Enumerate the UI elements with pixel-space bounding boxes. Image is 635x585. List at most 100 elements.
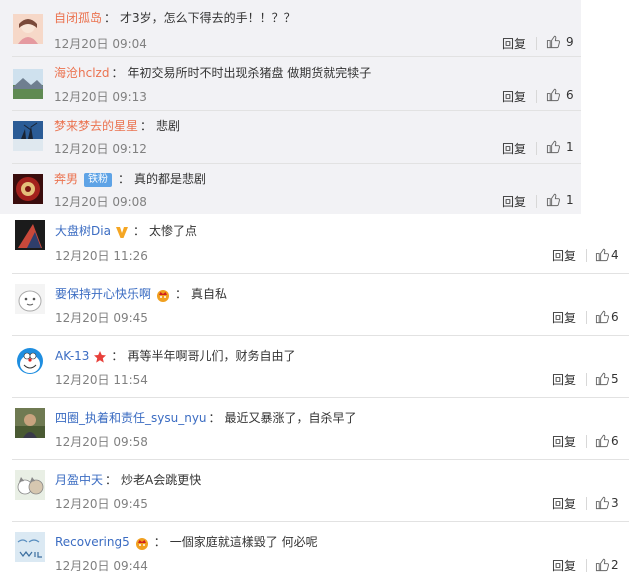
- comment-text: 最近又暴涨了，自杀早了: [224, 411, 357, 425]
- colon: ：: [175, 287, 188, 301]
- avatar[interactable]: [15, 284, 45, 314]
- divider: [586, 311, 587, 324]
- reply-button[interactable]: 回复: [552, 371, 576, 388]
- divider: [536, 195, 537, 208]
- divider: [586, 559, 587, 572]
- star-icon[interactable]: [93, 350, 107, 364]
- username-link[interactable]: 要保持开心快乐啊: [55, 287, 151, 301]
- colon: ：: [140, 119, 153, 133]
- thumbs-up-icon[interactable]: [546, 87, 561, 102]
- username-link[interactable]: AK-13: [55, 349, 89, 363]
- username-link[interactable]: Recovering5: [55, 535, 130, 549]
- divider: [586, 497, 587, 510]
- comment-text: 太惨了点: [148, 224, 197, 238]
- avatar[interactable]: [13, 14, 43, 44]
- fan-tag[interactable]: 铁粉: [84, 172, 113, 187]
- reply-button[interactable]: 回复: [502, 88, 526, 105]
- comment-time: 12月20日 11:54: [55, 373, 148, 387]
- username-link[interactable]: 奔男: [54, 172, 78, 186]
- reply-button[interactable]: 回复: [552, 557, 576, 574]
- username-link[interactable]: 月盈中天: [55, 473, 103, 487]
- comment-time: 12月20日 09:12: [54, 142, 147, 156]
- top-comment-panel: 自闭孤岛：才3岁，怎么下得去的手！！？？ 12月20日 09:04 回复 9 海…: [0, 0, 581, 214]
- reply-button[interactable]: 回复: [552, 433, 576, 450]
- comment-time: 12月20日 09:08: [54, 195, 147, 209]
- thumbs-up-icon[interactable]: [595, 371, 610, 386]
- comment-item: 奔男 铁粉 ：真的都是悲剧 12月20日 09:08 回复 1: [0, 164, 581, 214]
- like-count: 1: [566, 193, 574, 207]
- like-count: 6: [566, 88, 574, 102]
- divider: [586, 435, 587, 448]
- colon: ：: [132, 224, 145, 238]
- comment-text: 才3岁，怎么下得去的手！！？？: [120, 11, 296, 25]
- comment-item: Recovering5 ：一個家庭就這樣毀了 何必呢 12月20日 09:44 回…: [0, 522, 629, 585]
- comment-text: 真自私: [191, 287, 228, 301]
- comment-item: 要保持开心快乐啊 ：真自私 12月20日 09:45 回复 6: [0, 274, 629, 336]
- comment-item: AK-13 ：再等半年啊哥儿们，财务自由了 12月20日 11:54 回复 5: [0, 336, 629, 398]
- comment-text: 一個家庭就這樣毀了 何必呢: [169, 535, 318, 549]
- comment-text: 真的都是悲剧: [134, 172, 207, 186]
- comment-text: 炒老A会跳更快: [121, 473, 202, 487]
- comment-text: 悲剧: [156, 119, 181, 133]
- comment-time: 12月20日 09:44: [55, 559, 148, 573]
- colon: ：: [208, 411, 221, 425]
- thumbs-up-icon[interactable]: [595, 247, 610, 262]
- comment-time: 12月20日 09:04: [54, 37, 147, 51]
- username-link[interactable]: 梦来梦去的星星: [54, 119, 138, 133]
- username-link[interactable]: 大盘树Dia: [55, 224, 111, 238]
- comment-text: 再等半年啊哥儿们，财务自由了: [127, 349, 296, 363]
- comment-time: 12月20日 09:13: [54, 90, 147, 104]
- username-link[interactable]: 海沧hclzd: [54, 66, 109, 80]
- v-icon[interactable]: [115, 225, 129, 239]
- comment-item: 月盈中天：炒老A会跳更快 12月20日 09:45 回复 3: [0, 460, 629, 522]
- avatar[interactable]: [15, 470, 45, 500]
- crown-badge-icon[interactable]: [134, 536, 150, 550]
- thumbs-up-icon[interactable]: [546, 192, 561, 207]
- thumbs-up-icon[interactable]: [546, 139, 561, 154]
- colon: ：: [153, 535, 166, 549]
- colon: ：: [105, 473, 118, 487]
- reply-button[interactable]: 回复: [552, 309, 576, 326]
- like-count: 6: [611, 310, 619, 324]
- thumbs-up-icon[interactable]: [595, 309, 610, 324]
- reply-button[interactable]: 回复: [502, 140, 526, 157]
- comment-item: 梦来梦去的星星：悲剧 12月20日 09:12 回复 1: [0, 111, 581, 164]
- thumbs-up-icon[interactable]: [546, 34, 561, 49]
- comment-text: 年初交易所时不时出现杀猪盘 做期货就完犊子: [127, 66, 372, 80]
- like-count: 3: [611, 496, 619, 510]
- avatar[interactable]: [15, 408, 45, 438]
- thumbs-up-icon[interactable]: [595, 495, 610, 510]
- username-link[interactable]: 自闭孤岛: [54, 11, 102, 25]
- reply-button[interactable]: 回复: [552, 247, 576, 264]
- like-count: 2: [611, 558, 619, 572]
- like-count: 1: [566, 140, 574, 154]
- divider: [536, 90, 537, 103]
- like-count: 5: [611, 372, 619, 386]
- avatar[interactable]: [15, 346, 45, 376]
- avatar[interactable]: [13, 174, 43, 204]
- colon: ：: [111, 66, 124, 80]
- crown-badge-icon[interactable]: [155, 288, 171, 302]
- colon: ：: [111, 349, 124, 363]
- like-count: 4: [611, 248, 619, 262]
- reply-button[interactable]: 回复: [502, 193, 526, 210]
- comment-item: 四圈_执着和责任_sysu_nyu：最近又暴涨了，自杀早了 12月20日 09:…: [0, 398, 629, 460]
- like-count: 6: [611, 434, 619, 448]
- avatar[interactable]: [15, 532, 45, 562]
- separator: [12, 56, 581, 57]
- bottom-comment-panel: 大盘树Dia：太惨了点 12月20日 11:26 回复 4 要保持开心快乐啊：真…: [0, 214, 629, 585]
- comment-time: 12月20日 09:58: [55, 435, 148, 449]
- username-link[interactable]: 四圈_执着和责任_sysu_nyu: [55, 411, 207, 425]
- comment-time: 12月20日 09:45: [55, 311, 148, 325]
- comment-item: 海沧hclzd：年初交易所时不时出现杀猪盘 做期货就完犊子 12月20日 09:…: [0, 58, 581, 111]
- thumbs-up-icon[interactable]: [595, 433, 610, 448]
- avatar[interactable]: [13, 121, 43, 151]
- reply-button[interactable]: 回复: [502, 35, 526, 52]
- reply-button[interactable]: 回复: [552, 495, 576, 512]
- comment-time: 12月20日 11:26: [55, 249, 148, 263]
- avatar[interactable]: [15, 220, 45, 250]
- thumbs-up-icon[interactable]: [595, 557, 610, 572]
- avatar[interactable]: [13, 69, 43, 99]
- comment-item: 自闭孤岛：才3岁，怎么下得去的手！！？？ 12月20日 09:04 回复 9: [0, 0, 581, 57]
- divider: [586, 249, 587, 262]
